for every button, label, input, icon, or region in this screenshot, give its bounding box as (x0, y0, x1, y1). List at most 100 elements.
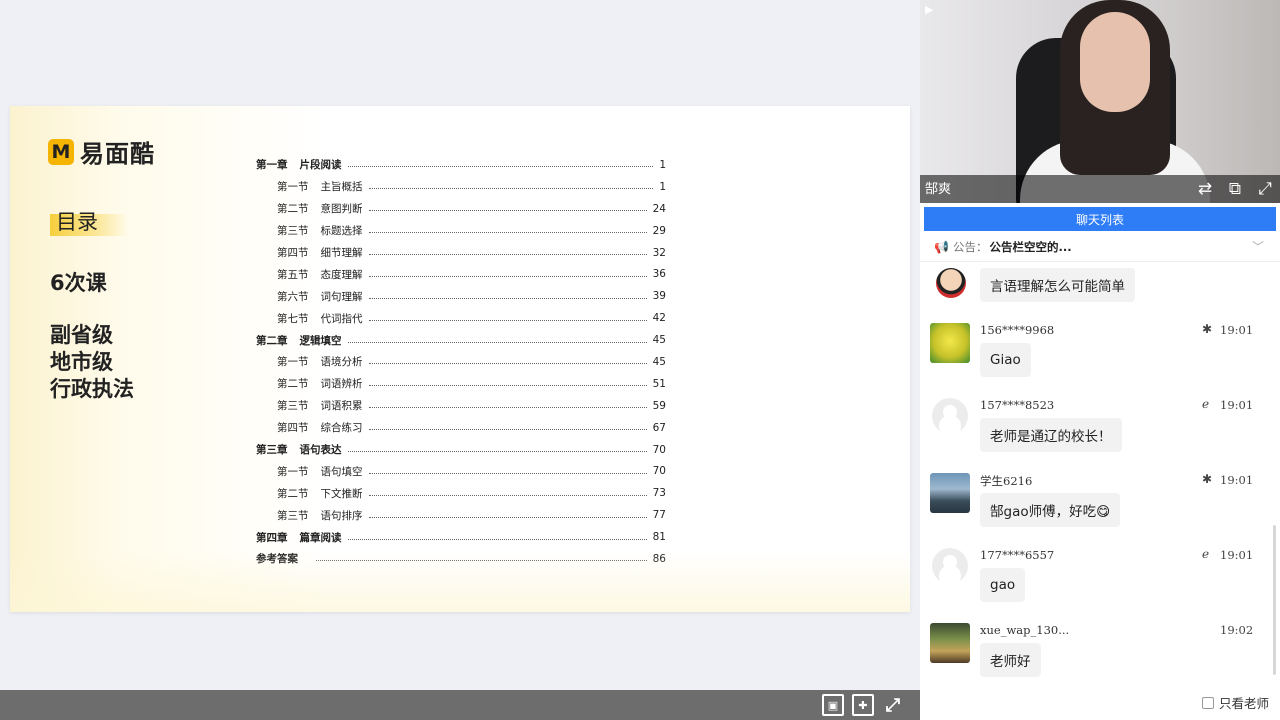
toc-title: 主旨概括 (320, 181, 363, 194)
toc-title: 词语辨析 (320, 378, 363, 391)
chat-time: 19:01 (1220, 473, 1254, 487)
toc-leader (368, 210, 647, 212)
toc-number: 第五节 (277, 268, 309, 281)
toc-title: 词语积累 (320, 400, 363, 413)
toc-number: 第一节 (277, 181, 309, 194)
toc-page: 36 (652, 268, 666, 281)
toc-chapter-row: 第一章 片段阅读 1 (256, 154, 666, 176)
toc-leader (368, 494, 647, 496)
tab-chat-list[interactable]: 聊天列表 (924, 207, 1276, 231)
avatar[interactable] (932, 398, 968, 434)
avatar[interactable] (932, 548, 968, 584)
logo-mark: M (48, 138, 74, 165)
toc-number: 第三章 (256, 444, 288, 457)
chat-message: 177****6557 ℯ 19:01 gao (930, 547, 1266, 608)
chat-message: 156****9968 ✱ 19:01 Giao (930, 322, 1266, 383)
toc-section-row: 第三节 语句排序 77 (256, 504, 666, 526)
toc-number: 第一章 (256, 159, 288, 172)
mulu-heading: 目录 (50, 204, 130, 238)
notice-bar[interactable]: 📢 公告： 公告栏空空的... ﹀ (934, 238, 1268, 256)
avatar[interactable] (930, 473, 970, 513)
video-face (1080, 12, 1150, 112)
toc-leader (368, 188, 654, 190)
toc-title: 篇章阅读 (299, 531, 342, 544)
toc-leader (368, 363, 647, 365)
chat-message: 157****8523 ℯ 19:01 老师是通辽的校长！ (930, 397, 1266, 458)
toc-number: 第三节 (277, 400, 309, 413)
avatar[interactable] (930, 623, 970, 663)
toc-section-row: 第七节 代词指代 42 (256, 307, 666, 329)
toc-number: 第四节 (277, 422, 309, 435)
chevron-down-icon[interactable]: ﹀ (1252, 238, 1264, 255)
toc-section-row: 第一节 语句填空 70 (256, 460, 666, 482)
toc-page: 51 (652, 377, 666, 390)
ie-icon: ℯ (1202, 397, 1210, 411)
level-3: 行政执法 (50, 377, 134, 401)
avatar[interactable] (930, 323, 970, 363)
toc-title: 细节理解 (320, 247, 363, 259)
toc-section-row: 第二节 下文推断 73 (256, 482, 666, 504)
chat-username: xue_wap_130... (980, 623, 1070, 637)
only-teacher-toggle[interactable]: 只看老师 (1202, 693, 1269, 712)
only-teacher-checkbox[interactable] (1202, 696, 1214, 709)
chat-message: 学生6216 ✱ 19:01 郜gao师傅，好吃😋 (930, 472, 1266, 533)
toc-number: 第四节 (277, 247, 309, 259)
toc-number: 参考答案 (256, 553, 298, 566)
toc-page: 70 (652, 443, 666, 456)
toc-title: 语句排序 (320, 509, 363, 522)
slide: M 易面酷 目录 6次课 副省级 地市级 行政执法 第一章 片段阅读 1 第一节 主旨概… (10, 106, 910, 612)
megaphone-icon: 📢 (934, 240, 949, 254)
toc-page: 86 (652, 552, 666, 565)
chat-message: xue_wap_130... 19:02 老师好 (930, 623, 1266, 683)
notice-label: 公告： (952, 240, 988, 254)
popout-icon[interactable]: ⧉ (1224, 179, 1246, 199)
expand-icon[interactable]: ⤢ (1254, 179, 1276, 199)
mulu-text: 目录 (56, 210, 98, 234)
chat-message: 言语理解怎么可能简单 (930, 268, 1266, 328)
toc-chapter-row: 第二章 逻辑填空 45 (256, 329, 666, 351)
teacher-video: ▶ 郜爽 ⇄ ⧉ ⤢ (920, 0, 1280, 203)
toc-leader (368, 516, 647, 518)
scrollbar[interactable] (1273, 525, 1276, 675)
toc-leader (347, 451, 647, 453)
chat-username: 157****8523 (980, 398, 1055, 412)
toc-number: 第一节 (277, 465, 309, 478)
expand-icon[interactable]: ⤢ (882, 694, 904, 716)
toc-title: 综合练习 (320, 422, 363, 435)
chat-bubble: Giao (980, 343, 1031, 377)
toc-page: 67 (652, 421, 666, 434)
toc-page: 70 (652, 465, 666, 478)
toc-chapter-row: 第四章 篇章阅读 81 (256, 526, 666, 548)
toc-leader (368, 232, 647, 234)
toc-leader (368, 407, 647, 409)
toc-page: 77 (652, 509, 666, 522)
toc-number: 第二节 (277, 378, 309, 391)
toc-leader (368, 254, 647, 255)
ie-icon: ℯ (1202, 547, 1210, 561)
toc-section-row: 第四节 细节理解 32 (256, 242, 666, 264)
toc-title: 代词指代 (320, 312, 363, 325)
toc-page: 42 (652, 312, 666, 325)
toc-section-row: 第二节 意图判断 24 (256, 198, 666, 220)
play-icon[interactable]: ▶ (925, 3, 933, 16)
toc-title: 语句填空 (320, 465, 363, 478)
toc-page: 32 (652, 246, 666, 259)
toc-leader (368, 472, 647, 474)
toc-page: 24 (652, 202, 666, 215)
toc-page: 1 (659, 158, 666, 171)
toc-number: 第六节 (277, 290, 309, 303)
avatar[interactable] (936, 268, 966, 298)
chat-bubble: 老师好 (980, 643, 1041, 677)
toc-title: 下文推断 (320, 487, 363, 500)
toc-page: 81 (652, 531, 666, 544)
android-icon: ✱ (1202, 472, 1213, 486)
toc-section-row: 第三节 标题选择 29 (256, 220, 666, 242)
toc-section-row: 第一节 主旨概括 1 (256, 176, 666, 198)
fullscreen-window-icon[interactable]: ✚ (852, 694, 874, 716)
toc-page: 45 (652, 334, 666, 347)
toc-title: 词句理解 (320, 290, 363, 303)
toc-title: 逻辑填空 (299, 334, 342, 347)
toc-title: 语境分析 (320, 356, 363, 369)
switch-icon[interactable]: ⇄ (1194, 179, 1216, 199)
fit-screen-icon[interactable]: ▣ (822, 694, 844, 716)
